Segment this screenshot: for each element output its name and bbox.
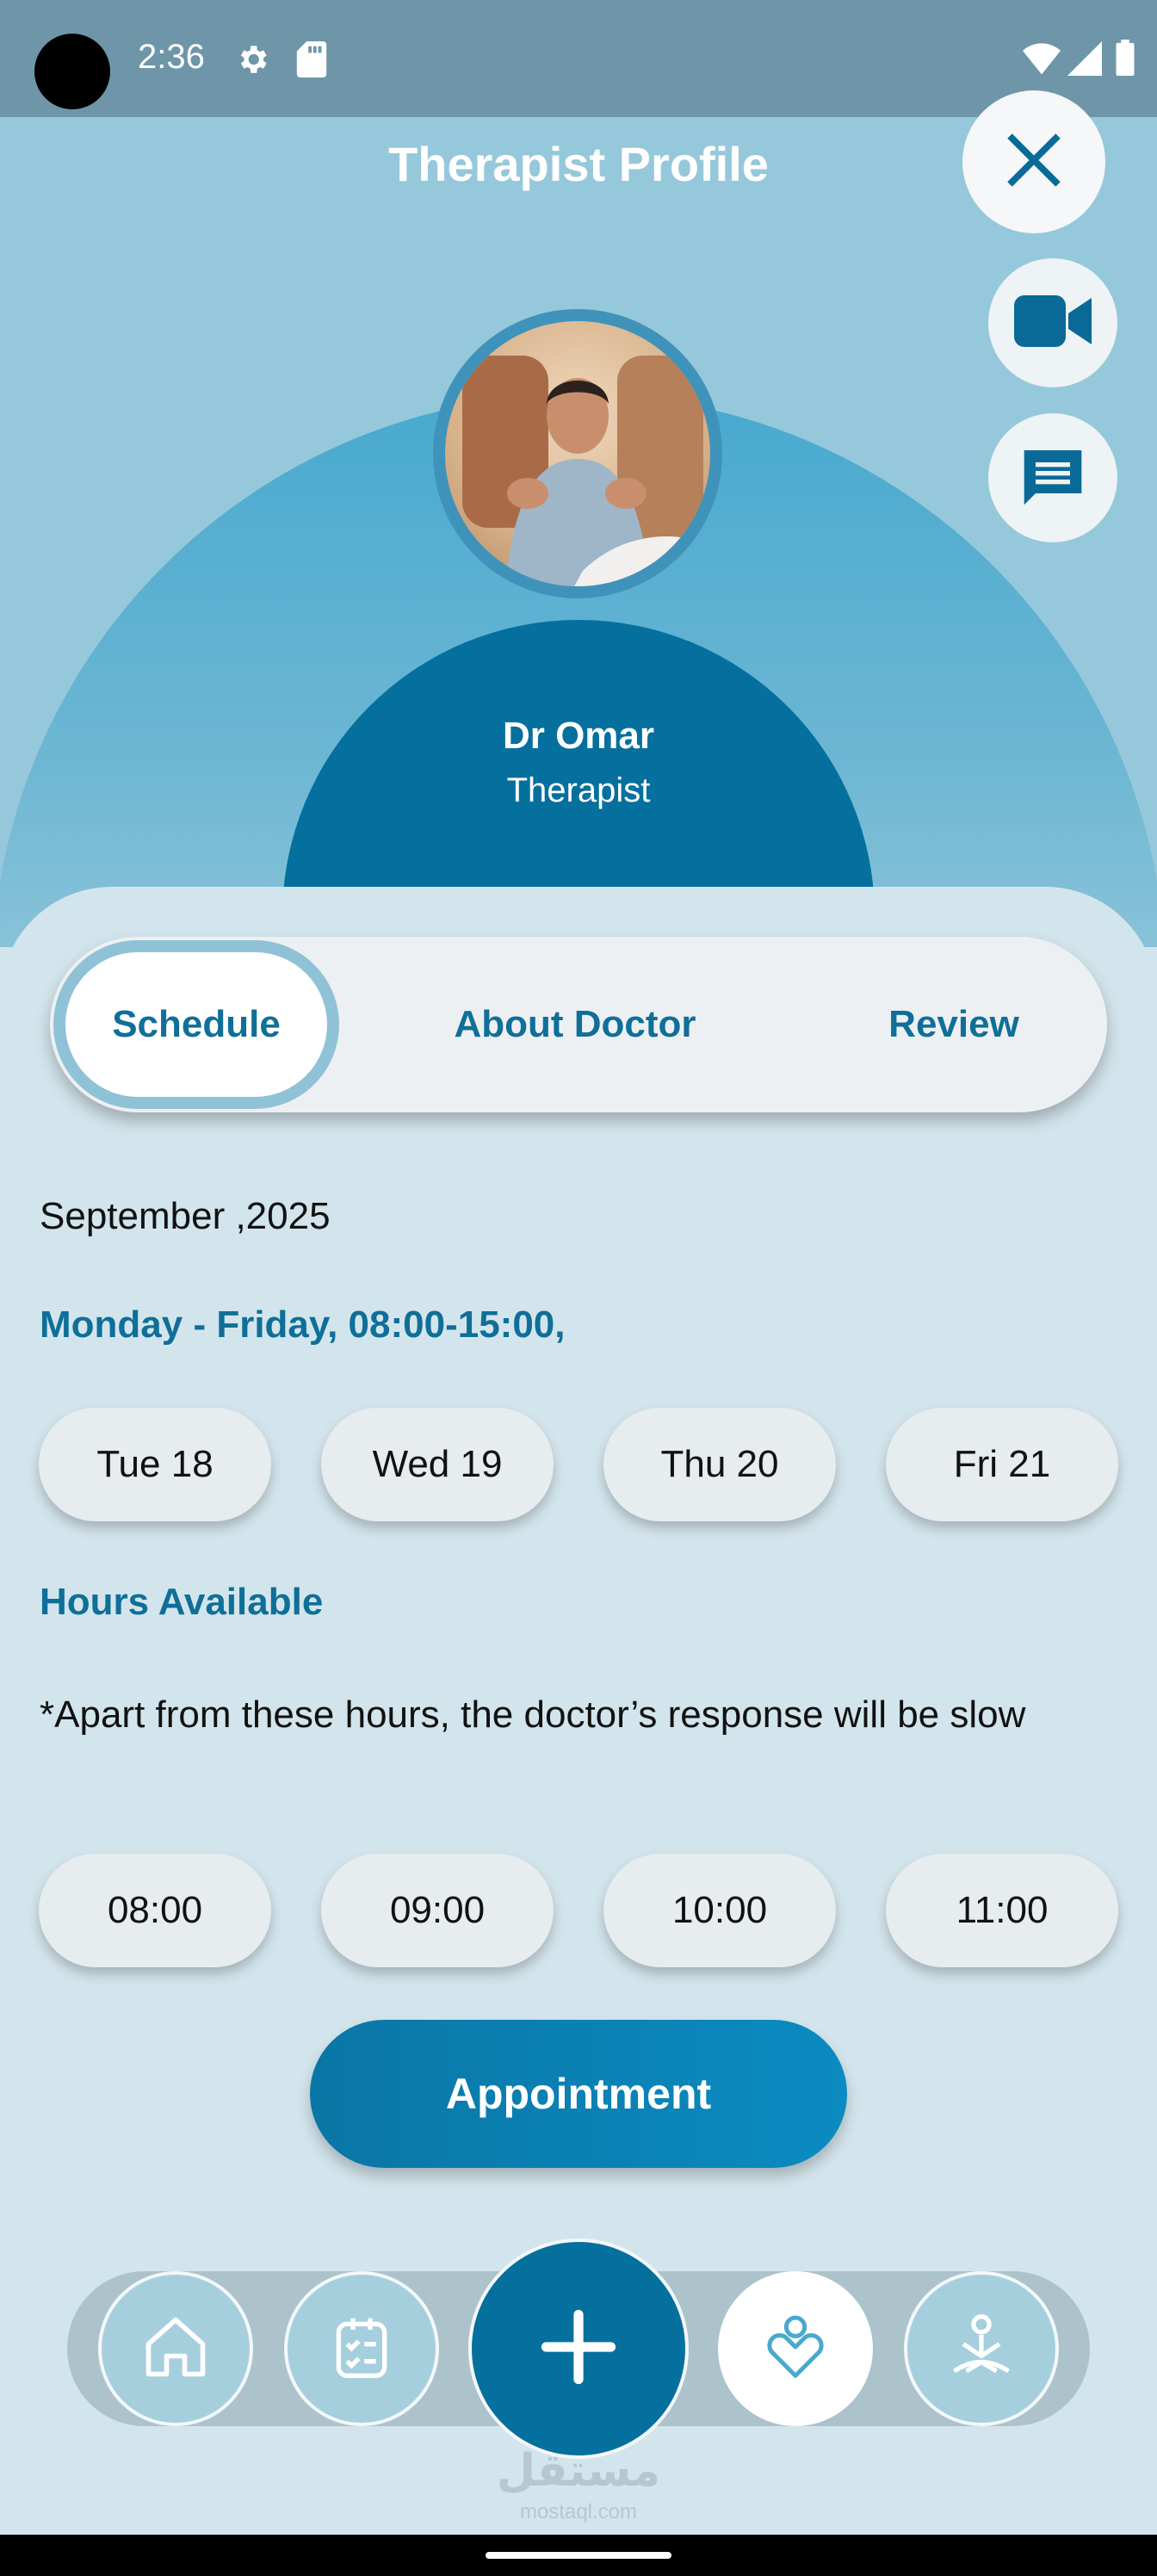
day-chip[interactable]: Fri 21: [886, 1408, 1118, 1521]
tab-schedule[interactable]: Schedule: [53, 940, 339, 1109]
settings-icon: [234, 41, 270, 82]
close-button[interactable]: [962, 90, 1105, 233]
chat-button[interactable]: [988, 413, 1117, 542]
working-days-label: Monday - Friday, 08:00-15:00,: [40, 1303, 566, 1346]
hour-chip[interactable]: 11:00: [886, 1854, 1118, 1967]
watermark-url: mostaql.com: [519, 2500, 638, 2523]
signal-icon: [1067, 41, 1102, 80]
tab-bar: Schedule About Doctor Review: [50, 937, 1107, 1112]
nav-meditation-button[interactable]: [904, 2271, 1059, 2426]
camera-cutout: [34, 34, 110, 109]
home-icon: [139, 2311, 212, 2387]
wifi-icon: [1023, 41, 1061, 80]
gesture-handle[interactable]: [486, 2552, 671, 2559]
status-time: 2:36: [138, 38, 205, 76]
therapist-heart-icon: [761, 2313, 830, 2386]
tab-about-doctor-label: About Doctor: [454, 1003, 696, 1045]
doctor-name: Dr Omar: [502, 715, 655, 757]
nav-tasks-button[interactable]: [284, 2271, 439, 2426]
hour-chip[interactable]: 09:00: [321, 1854, 554, 1967]
tab-review-label: Review: [888, 1003, 1019, 1045]
nav-home-button[interactable]: [98, 2271, 253, 2426]
sd-card-icon: [296, 41, 327, 82]
day-chip[interactable]: Wed 19: [321, 1408, 554, 1521]
day-chip[interactable]: Tue 18: [39, 1408, 271, 1521]
watermark: مستقل: [496, 2446, 661, 2496]
tab-review[interactable]: Review: [825, 937, 1083, 1112]
chat-icon: [1018, 442, 1087, 515]
hours-available-title: Hours Available: [40, 1581, 324, 1623]
battery-icon: [1116, 40, 1135, 80]
hour-chip[interactable]: 10:00: [603, 1854, 836, 1967]
doctor-avatar: [433, 309, 722, 598]
tab-about-doctor[interactable]: About Doctor: [394, 937, 756, 1112]
video-call-button[interactable]: [988, 258, 1117, 387]
video-camera-icon: [1013, 293, 1092, 354]
meditation-icon: [945, 2311, 1018, 2387]
nav-therapist-button[interactable]: [718, 2271, 873, 2426]
doctor-photo: [445, 321, 710, 586]
hours-note: *Apart from these hours, the doctor’s re…: [40, 1694, 1026, 1736]
checklist-icon: [327, 2313, 396, 2386]
add-icon: [540, 2308, 617, 2390]
month-label: September ,2025: [40, 1195, 331, 1237]
close-icon: [998, 124, 1070, 201]
appointment-button[interactable]: Appointment: [310, 2020, 847, 2168]
doctor-role: Therapist: [506, 771, 651, 809]
day-chip[interactable]: Thu 20: [603, 1408, 836, 1521]
nav-add-button[interactable]: [468, 2239, 689, 2459]
hour-chip[interactable]: 08:00: [39, 1854, 271, 1967]
status-bar: 2:36: [0, 0, 1157, 117]
tab-schedule-label: Schedule: [112, 1003, 281, 1045]
